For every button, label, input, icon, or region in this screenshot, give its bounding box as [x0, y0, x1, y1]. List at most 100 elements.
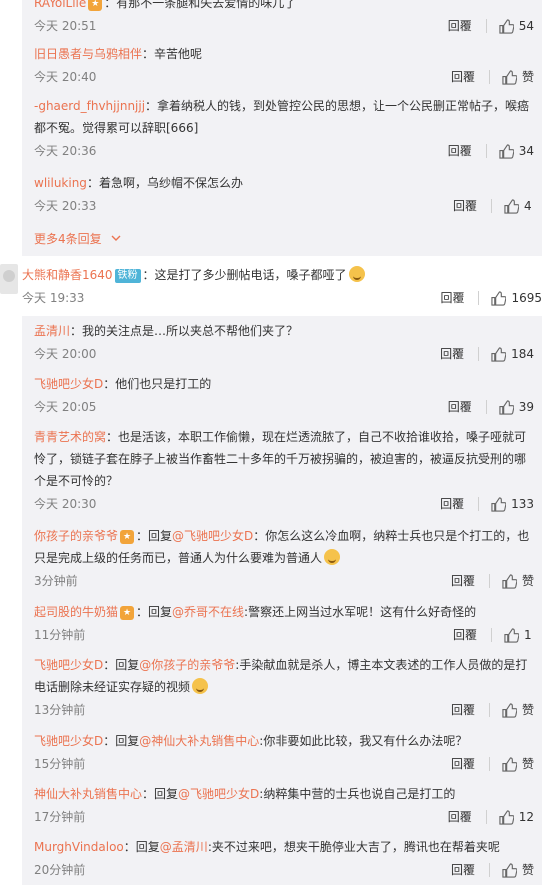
like-count: 赞 [521, 703, 534, 717]
reply-button[interactable]: 回覆 [448, 806, 472, 828]
thumbs-up-icon[interactable] [499, 18, 514, 34]
mention-link[interactable]: @孟清川 [160, 840, 208, 854]
more-replies-link[interactable]: 更多4条回复 [34, 228, 121, 250]
reply-text: 起司股的牛奶猫 ★ ：回复@乔哥不在线:警察还上网当过水军呢！这有什么好奇怪的 [34, 601, 534, 623]
reply-username[interactable]: 你孩子的亲爷爷 [34, 529, 118, 543]
reply-username[interactable]: MurghVindaloo [34, 840, 124, 854]
reply-username[interactable]: RAYolLile [34, 0, 86, 10]
divider [491, 628, 492, 642]
reply-button[interactable]: 回覆 [451, 753, 475, 775]
mention-link[interactable]: @飞驰吧少女D [172, 529, 253, 543]
comment-username[interactable]: 大熊和静香1640 [22, 268, 113, 282]
reply-prefix: ：回复 [103, 658, 140, 672]
reply-text: -ghaerd_fhvhjjnnjjj：拿着纳税人的钱，到处管控公民的思想，让一… [34, 95, 534, 139]
fan-badge-icon: ★ [120, 530, 135, 544]
reply-button[interactable]: 回覆 [451, 859, 475, 881]
divider [485, 144, 487, 158]
like-count: 赞 [521, 574, 534, 588]
reply-username[interactable]: -ghaerd_fhvhjjnnjjj [34, 99, 145, 113]
reply-prefix: ：回复 [142, 787, 179, 801]
reply-button[interactable]: 回覆 [448, 140, 472, 162]
reply-meta: 今天 20:05 回覆 39 [34, 396, 534, 418]
comment-text: 大熊和静香1640 铁粉 ：这是打了多少删帖电话，嗓子都哑了 [22, 264, 542, 286]
reply-content: :纳粹集中营的士兵也说自己是打工的 [259, 787, 456, 801]
reply-item: -ghaerd_fhvhjjnnjjj：拿着纳税人的钱，到处管控公民的思想，让一… [34, 95, 534, 162]
mention-link[interactable]: @飞驰吧少女D [178, 787, 259, 801]
reply-content: :你非要如此比较，我又有什么办法呢？ [259, 734, 468, 748]
thumbs-up-icon[interactable] [499, 809, 514, 825]
reply-button[interactable]: 回覆 [451, 66, 475, 88]
like-count: 184 [511, 347, 534, 361]
like-count: 133 [511, 497, 534, 511]
reply-username[interactable]: 飞驰吧少女D [34, 658, 103, 672]
reply-button[interactable]: 回覆 [453, 624, 477, 646]
thumbs-up-icon[interactable] [491, 346, 507, 362]
reply-username[interactable]: 孟清川 [34, 324, 70, 338]
reply-username[interactable]: 起司股的牛奶猫 [34, 605, 118, 619]
reply-button[interactable]: 回覆 [451, 570, 475, 592]
divider [488, 574, 490, 588]
reply-username[interactable]: 飞驰吧少女D [34, 734, 103, 748]
reply-button[interactable]: 回覆 [440, 287, 464, 309]
reply-actions: 回覆 赞 [451, 570, 534, 592]
divider [488, 863, 490, 877]
reply-meta: 今天 20:33 回覆 4 [34, 195, 534, 217]
reply-button[interactable]: 回覆 [440, 343, 464, 365]
thumbs-up-icon[interactable] [502, 573, 517, 589]
thumbs-up-icon[interactable] [499, 399, 514, 415]
reply-button[interactable]: 回覆 [451, 699, 475, 721]
reply-button[interactable]: 回覆 [448, 15, 472, 37]
reply-button[interactable]: 回覆 [448, 396, 472, 418]
reply-time: 今天 20:33 [34, 199, 97, 213]
thumbs-up-icon[interactable] [502, 756, 517, 772]
reply-text: 你孩子的亲爷爷 ★ ：回复@飞驰吧少女D：你怎么这么冷血啊，纳粹士兵也只是个打工的，… [34, 525, 534, 569]
thumbs-up-icon[interactable] [491, 290, 507, 306]
reply-username[interactable]: 旧日愚者与乌鸦相伴 [34, 47, 142, 61]
thumbs-up-icon[interactable] [504, 627, 519, 643]
reply-text: 飞驰吧少女D：回复@你孩子的亲爷爷:手染献血就是杀人，博主本文表述的工作人员做的… [34, 654, 534, 698]
thumbs-up-icon[interactable] [491, 496, 507, 512]
sad-emoji-icon [324, 549, 341, 565]
reply-text: 飞驰吧少女D：他们也只是打工的 [34, 373, 534, 395]
reply-username[interactable]: 神仙大补丸销售中心 [34, 787, 142, 801]
reply-username[interactable]: 飞驰吧少女D [34, 377, 103, 391]
reply-button[interactable]: 回覆 [440, 493, 464, 515]
fan-badge-icon: ★ [120, 606, 135, 620]
reply-username[interactable]: wliluking [34, 176, 87, 190]
comment-meta: 今天 19:33 回覆 1695 [22, 287, 542, 309]
reply-username[interactable]: 青青艺术的窝 [34, 430, 106, 444]
reply-actions: 回覆 赞 [451, 66, 534, 88]
reply-actions: 回覆 54 [448, 15, 534, 37]
more-replies-label: 更多4条回复 [34, 232, 102, 246]
divider [478, 347, 480, 361]
reply-content: ：有那不一条腿和失去爱情的味儿了 [104, 0, 297, 10]
reply-item: 飞驰吧少女D：回复@神仙大补丸销售中心:你非要如此比较，我又有什么办法呢？ 15… [34, 730, 534, 775]
reply-actions: 回覆 4 [453, 195, 534, 217]
thumbs-up-icon[interactable] [504, 198, 519, 214]
reply-item: 孟清川：我的关注点是…所以夹总不帮他们夹了？ 今天 20:00 回覆 184 [34, 320, 534, 365]
reply-meta: 今天 20:30 回覆 133 [34, 493, 534, 515]
laugh-emoji-icon [348, 266, 365, 282]
reply-meta: 11分钟前 回覆 1 [34, 624, 534, 646]
reply-meta: 3分钟前 回覆 赞 [34, 570, 534, 592]
reply-button[interactable]: 回覆 [453, 195, 477, 217]
mention-link[interactable]: @你孩子的亲爷爷 [139, 658, 235, 672]
reply-text: 神仙大补丸销售中心：回复@飞驰吧少女D:纳粹集中营的士兵也说自己是打工的 [34, 783, 534, 805]
reply-content: ：他们也只是打工的 [103, 377, 212, 391]
divider [485, 400, 487, 414]
reply-actions: 回覆 赞 [451, 859, 534, 881]
mention-link[interactable]: @乔哥不在线 [172, 605, 244, 619]
thumbs-up-icon[interactable] [499, 143, 514, 159]
avatar[interactable] [0, 264, 18, 294]
mention-link[interactable]: @神仙大补丸销售中心 [139, 734, 259, 748]
thumbs-up-icon[interactable] [502, 69, 517, 85]
reply-actions: 回覆 34 [448, 140, 534, 162]
reply-item: 你孩子的亲爷爷 ★ ：回复@飞驰吧少女D：你怎么这么冷血啊，纳粹士兵也只是个打工的，… [34, 525, 534, 592]
thumbs-up-icon[interactable] [502, 702, 517, 718]
like-count: 赞 [521, 70, 534, 84]
reply-item: 神仙大补丸销售中心：回复@飞驰吧少女D:纳粹集中营的士兵也说自己是打工的 17分… [34, 783, 534, 828]
reply-time: 今天 20:40 [34, 70, 97, 84]
reply-time: 3分钟前 [34, 574, 78, 588]
thumbs-up-icon[interactable] [502, 862, 517, 878]
reply-content: :夹不过来吧，想夹干脆停业大吉了，腾讯也在帮着夹呢 [207, 840, 500, 854]
